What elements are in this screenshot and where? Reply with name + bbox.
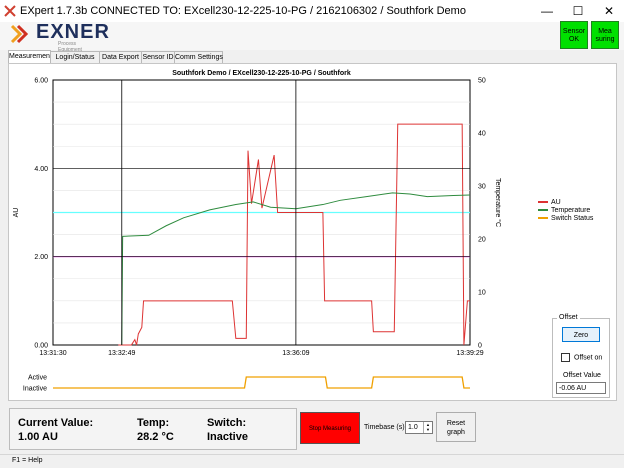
tab-sensor-id[interactable]: Sensor ID bbox=[141, 51, 175, 63]
temp-label: Temp: bbox=[137, 417, 170, 429]
app-header: EXNER Process Equipment bbox=[0, 21, 624, 53]
offset-value-label: Offset Value bbox=[563, 372, 601, 379]
offset-group-label: Offset bbox=[557, 314, 580, 321]
y2-axis-label: Temperature °C bbox=[494, 178, 502, 227]
x-tick-label: 13:31:30 bbox=[39, 350, 66, 357]
timebase-value[interactable]: 1.0 bbox=[408, 424, 418, 431]
timebase-label: Timebase (s) bbox=[364, 424, 405, 431]
y2-tick-label: 40 bbox=[478, 131, 486, 138]
tab-comm-settings[interactable]: Comm Settings bbox=[174, 51, 223, 63]
legend-au-swatch bbox=[538, 201, 548, 204]
legend-temperature-label: Temperature bbox=[551, 207, 591, 214]
close-button[interactable]: ✕ bbox=[594, 0, 624, 22]
offset-on-label: Offset on bbox=[574, 354, 603, 362]
switch-label: Switch: bbox=[207, 417, 247, 429]
legend-switch-swatch bbox=[538, 217, 548, 220]
switch-inactive-label: Inactive bbox=[23, 386, 47, 393]
switch-active-label: Active bbox=[28, 375, 47, 382]
x-tick-label: 13:39:29 bbox=[456, 350, 483, 357]
y-tick-label: 4.00 bbox=[34, 166, 48, 173]
tab-login-status[interactable]: Login/Status bbox=[50, 51, 100, 63]
offset-on-checkbox[interactable]: Offset on bbox=[561, 353, 602, 362]
temp-value: 28.2 °C bbox=[137, 431, 174, 443]
sensor-ok-indicator[interactable]: Sensor OK bbox=[560, 21, 588, 49]
zero-button[interactable]: Zero bbox=[562, 327, 600, 342]
timebase-stepper[interactable]: 1.0 ▲ ▼ bbox=[405, 421, 433, 434]
y2-tick-label: 10 bbox=[478, 290, 486, 297]
legend-temperature-swatch bbox=[538, 209, 548, 212]
app-window: EXpert 1.7.3b CONNECTED TO: EXcell230-12… bbox=[0, 0, 624, 468]
legend-au-label: AU bbox=[551, 199, 561, 206]
offset-value-field[interactable]: -0.06 AU bbox=[556, 382, 606, 394]
help-hint: F1 = Help bbox=[12, 457, 43, 464]
y-tick-label: 6.00 bbox=[34, 78, 48, 85]
current-value: 1.00 AU bbox=[18, 431, 58, 443]
y2-tick-label: 0 bbox=[478, 343, 482, 350]
offset-group: Offset Zero Offset on Offset Value -0.06… bbox=[552, 314, 610, 398]
reset-graph-button[interactable]: Reset graph bbox=[436, 412, 476, 442]
tab-measurement[interactable]: Measurement bbox=[8, 50, 52, 63]
measurement-chart: 0.00 2.00 4.00 6.00 0 10 20 30 40 50 13:31:30 13:32… bbox=[13, 70, 502, 393]
timebase-spin-arrows-icon[interactable]: ▲ ▼ bbox=[423, 422, 432, 433]
legend-au: AU bbox=[538, 199, 561, 207]
legend-switch-label: Switch Status bbox=[551, 215, 594, 222]
y2-tick-label: 50 bbox=[478, 78, 486, 85]
logo-mark-icon bbox=[10, 24, 29, 44]
switch-value: Inactive bbox=[207, 431, 248, 443]
measuring-indicator[interactable]: Mea suring bbox=[591, 21, 619, 49]
minimize-button[interactable]: — bbox=[532, 0, 562, 22]
y2-tick-label: 20 bbox=[478, 237, 486, 244]
measurement-panel: 0.00 2.00 4.00 6.00 0 10 20 30 40 50 13:31:30 13:32… bbox=[8, 63, 617, 401]
app-icon bbox=[4, 5, 16, 17]
y-tick-label: 0.00 bbox=[34, 343, 48, 350]
x-tick-label: 13:32:49 bbox=[108, 350, 135, 357]
window-title: EXpert 1.7.3b CONNECTED TO: EXcell230-12… bbox=[20, 5, 466, 17]
legend-temperature: Temperature bbox=[538, 207, 590, 215]
offset-on-checkbox-box[interactable] bbox=[561, 353, 570, 362]
chart-title: Southfork Demo / EXcell230-12-225-10-PG … bbox=[172, 70, 351, 77]
status-bar: F1 = Help bbox=[0, 454, 624, 468]
stop-measuring-button[interactable]: Stop Measuring bbox=[300, 412, 360, 444]
current-readings-panel: Current Value: 1.00 AU Temp: 28.2 °C Swi… bbox=[9, 408, 297, 450]
legend-switch-status: Switch Status bbox=[538, 215, 593, 223]
title-bar: EXpert 1.7.3b CONNECTED TO: EXcell230-12… bbox=[0, 0, 624, 22]
switch-status-series-line bbox=[53, 376, 470, 389]
current-value-label: Current Value: bbox=[18, 417, 94, 429]
y-tick-label: 2.00 bbox=[34, 254, 48, 261]
tab-data-export[interactable]: Data Export bbox=[99, 51, 142, 63]
maximize-button[interactable]: ☐ bbox=[563, 0, 593, 22]
y-axis-label: AU bbox=[13, 208, 20, 218]
y2-tick-label: 30 bbox=[478, 184, 486, 191]
x-tick-label: 13:36:09 bbox=[282, 350, 309, 357]
